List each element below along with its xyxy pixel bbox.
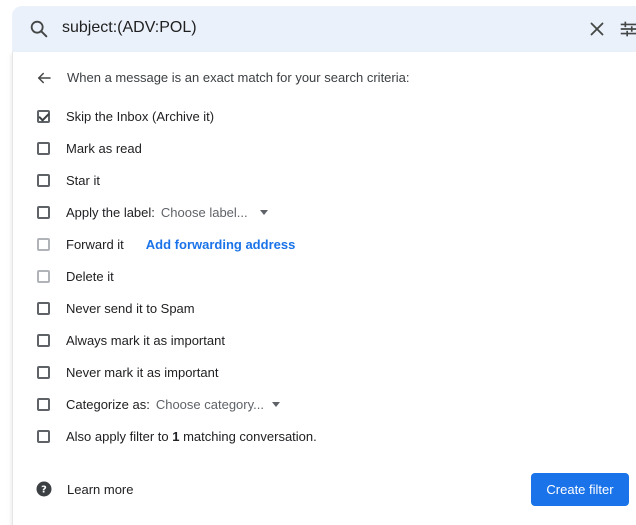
learn-more-link[interactable]: Learn more <box>67 482 133 497</box>
checkbox-star-it[interactable] <box>37 173 50 187</box>
help-icon: ? <box>36 481 52 497</box>
label-select[interactable]: Choose label... <box>161 205 268 220</box>
option-mark-as-read[interactable]: Mark as read <box>37 138 142 158</box>
checkbox-apply-label[interactable] <box>37 205 50 219</box>
option-never-important[interactable]: Never mark it as important <box>37 362 218 382</box>
category-select[interactable]: Choose category... <box>156 397 280 412</box>
option-label: Never send it to Spam <box>66 300 195 316</box>
search-input[interactable]: subject:(ADV:POL) <box>62 19 197 37</box>
checkbox-apply-to-matching[interactable] <box>37 429 50 443</box>
option-apply-to-matching[interactable]: Also apply filter to 1 matching conversa… <box>37 426 317 446</box>
option-label: Never mark it as important <box>66 364 219 380</box>
checkbox-never-important[interactable] <box>37 365 50 379</box>
option-label: Delete it <box>66 268 114 284</box>
option-delete-it[interactable]: Delete it <box>37 266 114 286</box>
search-bar[interactable]: subject:(ADV:POL) <box>12 6 636 52</box>
close-icon[interactable] <box>586 18 608 40</box>
option-label: Categorize as: <box>66 396 150 412</box>
option-never-spam[interactable]: Never send it to Spam <box>37 298 195 318</box>
category-select-value: Choose category... <box>155 396 264 412</box>
option-label: Mark as read <box>66 140 142 156</box>
tune-icon[interactable] <box>618 18 636 40</box>
search-icon[interactable] <box>28 18 50 40</box>
option-label: Star it <box>66 172 100 188</box>
filter-options-panel: When a message is an exact match for you… <box>12 52 636 525</box>
option-always-important[interactable]: Always mark it as important <box>37 330 225 350</box>
apply-prefix: Also apply filter to <box>66 428 173 444</box>
checkbox-categorize[interactable] <box>37 397 50 411</box>
option-label: Forward it <box>66 236 124 252</box>
chevron-down-icon <box>271 401 280 407</box>
learn-more-row[interactable]: ? Learn more <box>35 479 133 499</box>
checkbox-forward-it[interactable] <box>37 237 50 251</box>
arrow-back-icon[interactable] <box>35 69 53 87</box>
checkbox-delete-it[interactable] <box>37 269 50 283</box>
chevron-down-icon <box>259 209 268 215</box>
label-select-value: Choose label... <box>160 204 248 220</box>
option-skip-inbox[interactable]: Skip the Inbox (Archive it) <box>37 106 214 126</box>
option-label: Also apply filter to 1 matching conversa… <box>66 429 317 444</box>
option-categorize[interactable]: Categorize as: Choose category... <box>37 394 280 414</box>
option-star-it[interactable]: Star it <box>37 170 100 190</box>
filter-dialog: subject:(ADV:POL) When a message is an e… <box>0 0 636 525</box>
checkbox-skip-inbox[interactable] <box>37 109 50 123</box>
checkbox-never-spam[interactable] <box>37 301 50 315</box>
checkbox-always-important[interactable] <box>37 333 50 347</box>
apply-suffix: matching conversation. <box>179 428 317 444</box>
add-forwarding-address-link[interactable]: Add forwarding address <box>146 237 296 252</box>
option-label: Skip the Inbox (Archive it) <box>66 108 215 124</box>
option-forward-it[interactable]: Forward it Add forwarding address <box>37 234 295 254</box>
option-apply-label[interactable]: Apply the label: Choose label... <box>37 202 268 222</box>
back-button[interactable] <box>35 68 53 88</box>
option-label: Apply the label: <box>66 204 155 220</box>
svg-text:?: ? <box>41 484 47 495</box>
create-filter-button[interactable]: Create filter <box>531 473 629 506</box>
criteria-heading: When a message is an exact match for you… <box>67 70 410 85</box>
checkbox-mark-as-read[interactable] <box>37 141 50 155</box>
option-label: Always mark it as important <box>66 332 225 348</box>
